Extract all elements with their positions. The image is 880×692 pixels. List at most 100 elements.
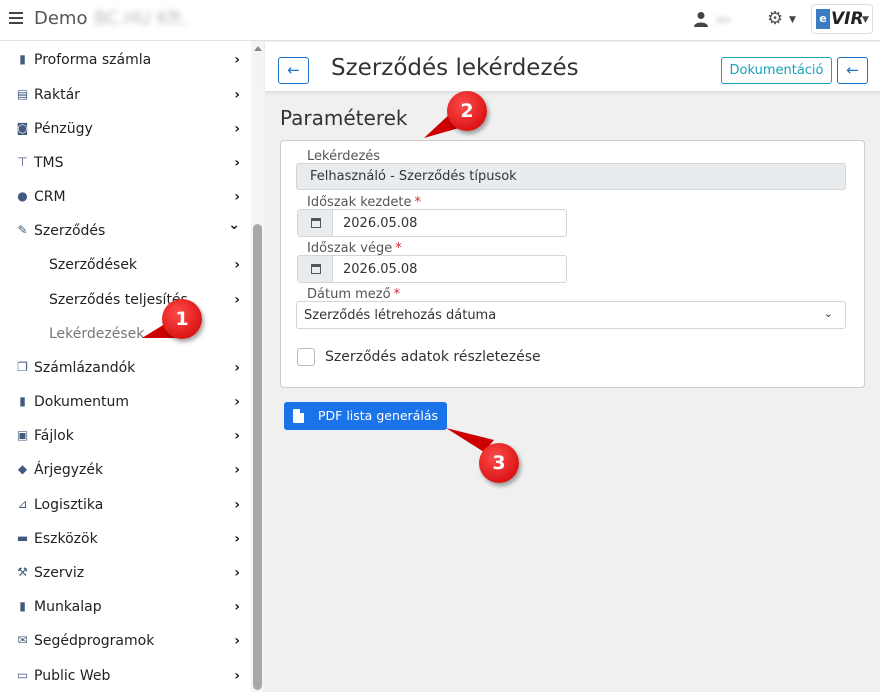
evir-logo[interactable]: e VIR ▼ (811, 4, 873, 34)
calendar-icon[interactable] (298, 210, 333, 236)
start-date-value[interactable]: 2026.05.08 (343, 216, 417, 231)
chevron-right-icon: › (234, 428, 240, 444)
chevron-right-icon: › (234, 121, 240, 137)
sidebar-item-label: Proforma számla (34, 52, 152, 68)
page-header: ← Szerződés lekérdezés Dokumentáció ← (265, 42, 880, 92)
chevron-right-icon: › (234, 155, 240, 171)
logo-badge: e (816, 9, 830, 29)
sidebar-item-szerzodes[interactable]: ✎ Szerződés ⌄ (0, 214, 250, 248)
top-bar: Demo BC.HU Kft. ws ⚙ ▼ e VIR ▼ (0, 0, 880, 41)
copy-icon: ❐ (17, 360, 28, 374)
detail-checkbox-label[interactable]: Szerződés adatok részletezése (325, 349, 541, 365)
query-value: Felhasználó - Szerződés típusok (310, 169, 517, 184)
envelope-icon: ✉ (17, 633, 28, 647)
section-title: Paraméterek (280, 106, 408, 130)
chevron-right-icon: › (234, 565, 240, 581)
money-icon: ◙ (16, 121, 29, 135)
sidebar-item-fajlok[interactable]: ▣ Fájlok › (0, 419, 250, 453)
chevron-right-icon: › (234, 52, 240, 68)
sidebar-item-eszkozok[interactable]: ▬ Eszközök › (0, 522, 250, 556)
sidebar-item-label: Számlázandók (34, 360, 136, 376)
sidebar-item-label: Munkalap (34, 599, 102, 615)
pdf-generate-label: PDF lista generálás (318, 408, 439, 423)
gear-icon[interactable]: ⚙ (767, 9, 783, 29)
end-date-field[interactable]: 2026.05.08 (297, 255, 567, 283)
sidebar-item-arjegyzek[interactable]: ◆ Árjegyzék › (0, 453, 250, 487)
sidebar-item-raktar[interactable]: ▤ Raktár › (0, 78, 250, 112)
app-title: Demo (34, 8, 88, 29)
chevron-right-icon: › (234, 462, 240, 478)
chevron-right-icon: › (234, 497, 240, 513)
chevron-right-icon: › (234, 668, 240, 684)
chevron-right-icon: › (234, 599, 240, 615)
calendar-icon[interactable] (298, 256, 333, 282)
worksheet-icon: ▮ (19, 599, 26, 613)
users-icon: ● (17, 189, 28, 203)
start-date-label: Időszak kezdete * (307, 195, 421, 210)
sidebar-item-lekerdezesek[interactable]: Lekérdezések (0, 317, 250, 351)
sidebar-item-penzugy[interactable]: ◙ Pénzügy › (0, 112, 250, 146)
sidebar-item-munkalap[interactable]: ▮ Munkalap › (0, 590, 250, 624)
chevron-right-icon: › (234, 87, 240, 103)
sidebar-item-label: CRM (34, 189, 66, 205)
logo-text: VIR (831, 9, 864, 29)
date-field-select[interactable]: Szerződés létrehozás dátuma ⌄ (296, 301, 846, 329)
sidebar-item-public-web[interactable]: ▭ Public Web › (0, 659, 250, 692)
callout-badge-2: 2 (447, 91, 487, 131)
sidebar-item-segedprogramok[interactable]: ✉ Segédprogramok › (0, 624, 250, 658)
sidebar-item-label: Public Web (34, 668, 111, 684)
sidebar-item-szamlazandok[interactable]: ❐ Számlázandók › (0, 351, 250, 385)
sidebar-item-label: Raktár (34, 87, 80, 103)
user-icon[interactable] (694, 11, 708, 27)
sidebar-item-label: Szerviz (34, 565, 85, 581)
sidebar-item-dokumentum[interactable]: ▮ Dokumentum › (0, 385, 250, 419)
query-field: Felhasználó - Szerződés típusok (296, 163, 846, 190)
chevron-right-icon: › (234, 257, 240, 273)
web-icon: ▭ (16, 668, 29, 682)
sidebar-item-szerviz[interactable]: ⚒ Szerviz › (0, 556, 250, 590)
pdf-generate-button[interactable]: PDF lista generálás (284, 402, 447, 430)
contract-icon: ✎ (17, 223, 28, 237)
back-button[interactable]: ← (278, 57, 309, 84)
sidebar-item-tms[interactable]: ⊤ TMS › (0, 146, 250, 180)
sidebar-item-szerzodesek[interactable]: Szerződések › (0, 248, 250, 282)
sidebar-item-label: Szerződések (49, 257, 138, 273)
sidebar-item-label: Fájlok (34, 428, 74, 444)
query-label: Lekérdezés (307, 149, 381, 164)
user-name[interactable]: ws (716, 13, 731, 26)
chevron-down-icon: ⌄ (823, 307, 833, 320)
date-field-label: Dátum mező * (307, 287, 400, 302)
end-date-value[interactable]: 2026.05.08 (343, 262, 417, 277)
settings-caret-icon[interactable]: ▼ (789, 15, 796, 25)
start-date-field[interactable]: 2026.05.08 (297, 209, 567, 237)
file-image-icon: ▣ (16, 428, 29, 442)
scroll-up-arrow-icon[interactable] (254, 46, 262, 51)
file-icon: ▮ (19, 394, 26, 408)
sidebar-item-szerzodes-teljesites[interactable]: Szerződés teljesítés › (0, 283, 250, 317)
chevron-right-icon: › (234, 633, 240, 649)
hamburger-menu-icon[interactable] (9, 12, 23, 24)
sidebar-item-proforma[interactable]: ▮ Proforma számla › (0, 43, 250, 77)
warehouse-icon: ▤ (16, 87, 29, 101)
required-mark: * (395, 241, 402, 256)
sidebar-item-label: Lekérdezések (49, 326, 145, 342)
documentation-button[interactable]: Dokumentáció (721, 57, 832, 84)
sidebar-item-label: Eszközök (34, 531, 98, 547)
sidebar-scroll-thumb[interactable] (253, 224, 262, 690)
chevron-right-icon: › (234, 394, 240, 410)
sidebar-item-logisztika[interactable]: ⊿ Logisztika › (0, 488, 250, 522)
callout-badge-3: 3 (479, 443, 519, 483)
sidebar: ▮ Proforma számla › ▤ Raktár › ◙ Pénzügy… (0, 41, 264, 692)
start-date-label-text: Időszak kezdete (307, 195, 412, 210)
document-icon: ▮ (19, 52, 26, 66)
sidebar-item-label: Árjegyzék (34, 462, 104, 478)
logo-caret-icon[interactable]: ▼ (862, 15, 869, 25)
wrench-icon: ⚒ (17, 565, 28, 579)
sidebar-item-label: Logisztika (34, 497, 104, 513)
detail-checkbox[interactable] (297, 348, 315, 366)
sidebar-item-crm[interactable]: ● CRM › (0, 180, 250, 214)
callout-badge-1: 1 (162, 299, 202, 339)
company-name: BC.HU Kft. (94, 8, 188, 29)
chevron-down-icon: ⌄ (228, 217, 240, 233)
return-button[interactable]: ← (837, 57, 868, 84)
